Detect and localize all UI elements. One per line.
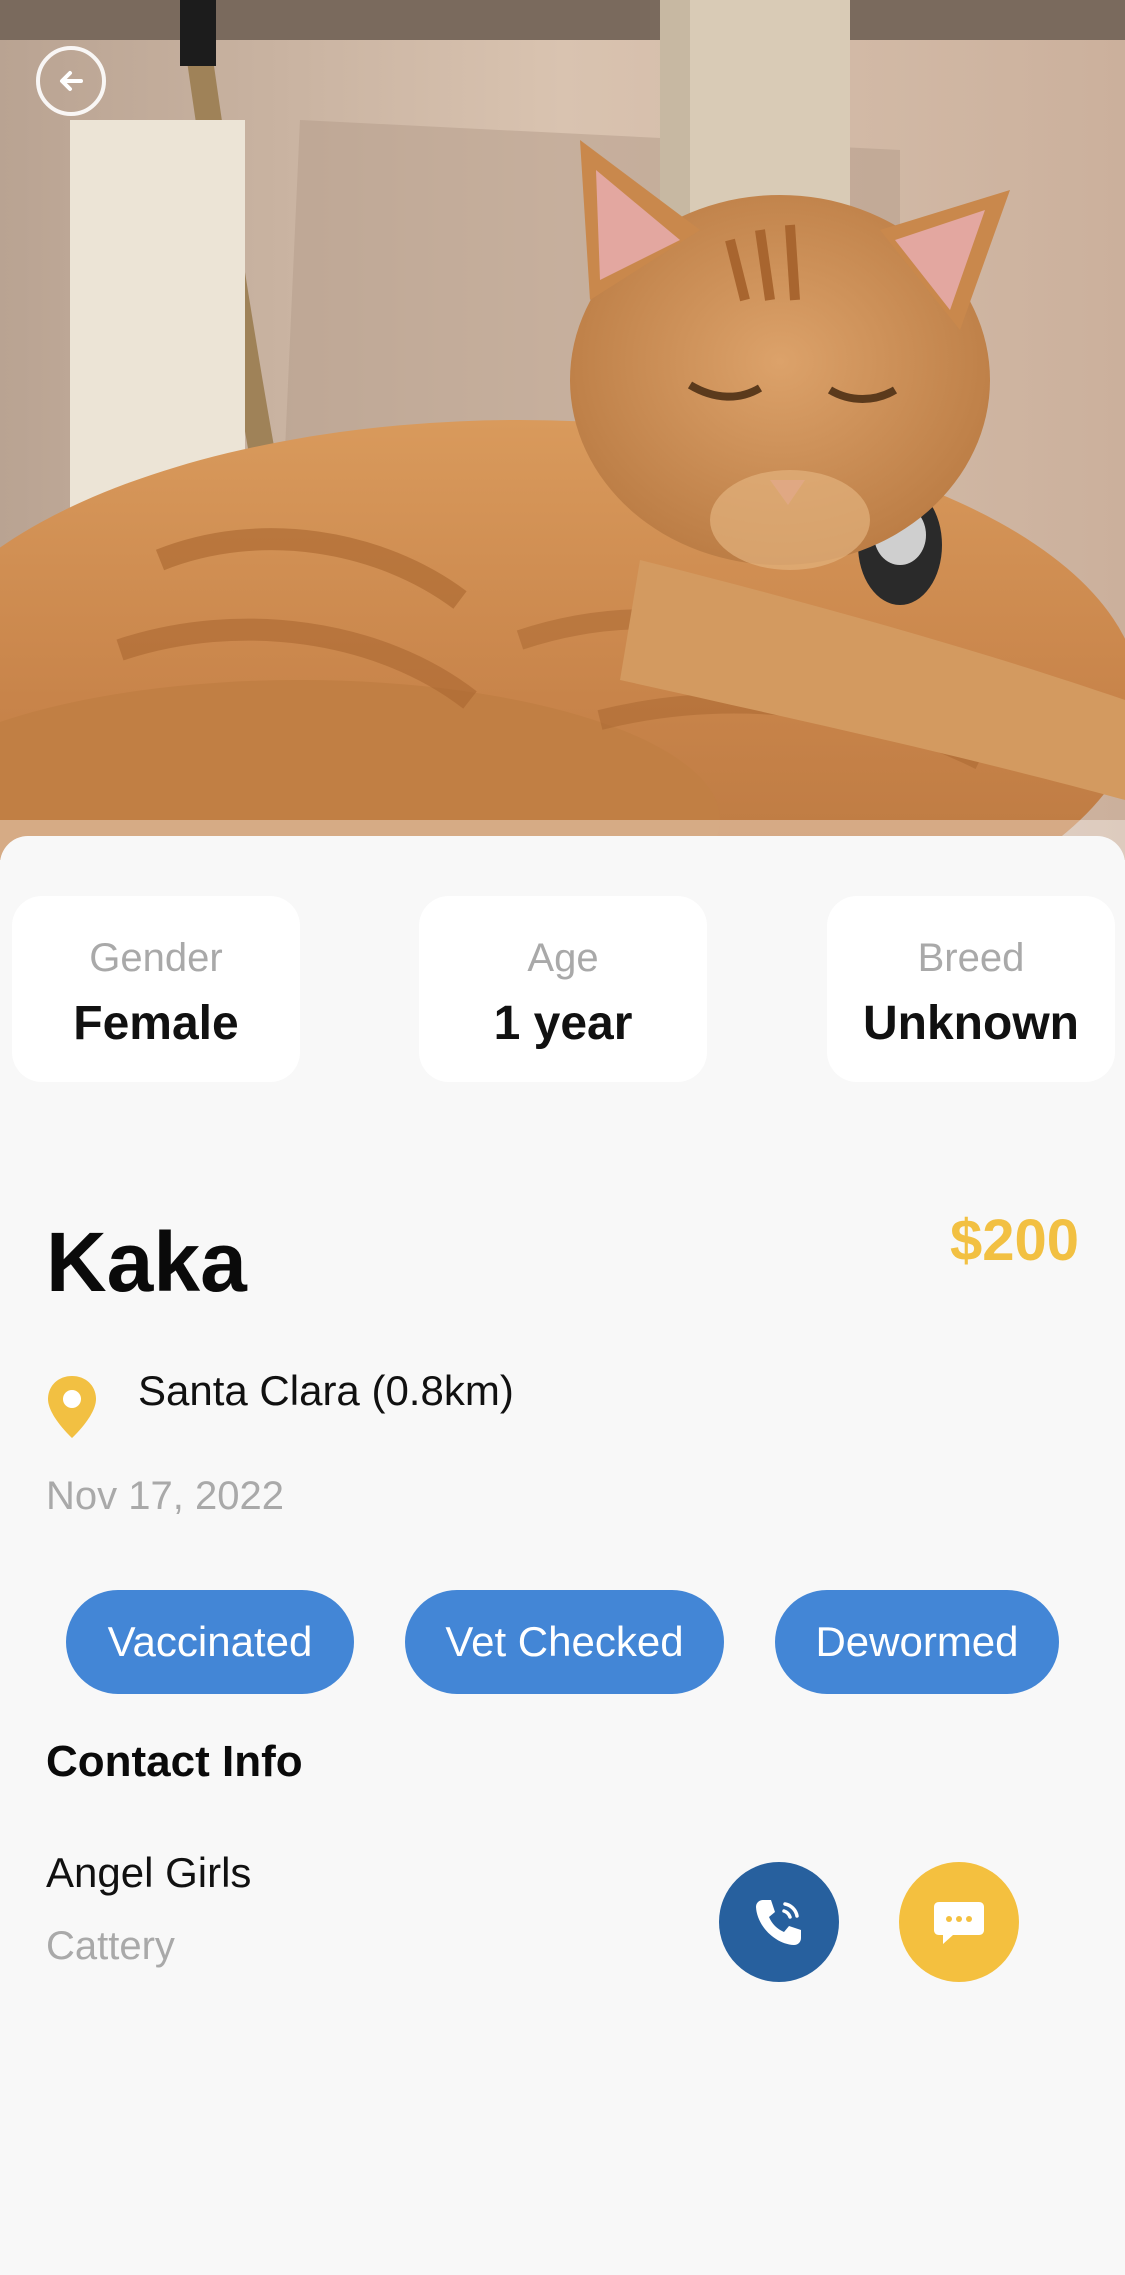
gender-label: Gender [89, 936, 223, 980]
back-button[interactable] [36, 46, 106, 116]
message-button[interactable] [899, 1862, 1019, 1982]
tag-vaccinated: Vaccinated [66, 1590, 354, 1694]
chat-bubble-icon [934, 1902, 984, 1944]
contact-info-heading: Contact Info [46, 1737, 303, 1786]
pet-photo [0, 0, 1125, 860]
age-card: Age 1 year [419, 896, 707, 1082]
gender-value: Female [73, 997, 239, 1050]
contact-name: Angel Girls [46, 1849, 252, 1896]
back-arrow-icon [60, 71, 83, 91]
pet-name: Kaka [46, 1215, 247, 1309]
tag-vet-checked: Vet Checked [405, 1590, 724, 1694]
gender-card: Gender Female [12, 896, 300, 1082]
location-text: Santa Clara (0.8km) [138, 1367, 514, 1414]
breed-value: Unknown [863, 997, 1079, 1050]
call-button[interactable] [719, 1862, 839, 1982]
listing-date: Nov 17, 2022 [46, 1474, 284, 1518]
tag-dewormed: Dewormed [775, 1590, 1059, 1694]
pet-detail-screen: Gender Female Age 1 year Breed Unknown K… [0, 0, 1125, 2275]
breed-label: Breed [917, 936, 1025, 980]
price: $200 [949, 1208, 1079, 1273]
age-value: 1 year [493, 997, 633, 1050]
location-row: Santa Clara (0.8km) [46, 1366, 514, 1438]
age-label: Age [527, 936, 599, 980]
detail-sheet: Gender Female Age 1 year Breed Unknown K… [0, 836, 1125, 2275]
contact-type: Cattery [46, 1924, 175, 1968]
map-pin-icon [48, 1376, 96, 1438]
phone-icon [756, 1900, 801, 1945]
breed-card: Breed Unknown [827, 896, 1115, 1082]
